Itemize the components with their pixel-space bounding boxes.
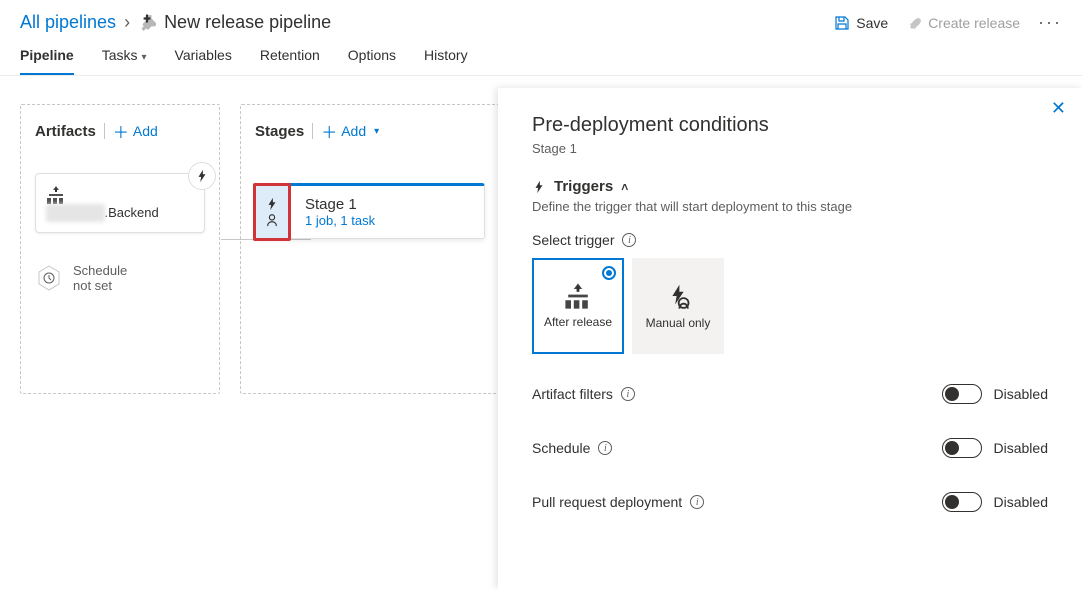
- stages-panel: Stages ＋ Add ▾ Stage 1 1 job, 1 task: [240, 104, 500, 394]
- pre-deploy-panel: ✕ Pre-deployment conditions Stage 1 Trig…: [498, 88, 1082, 589]
- tab-pipeline[interactable]: Pipeline: [20, 47, 74, 75]
- clock-icon: [35, 264, 63, 292]
- trigger-manual-only-label: Manual only: [646, 316, 711, 330]
- pr-deploy-row: Pull request deployment i Disabled: [532, 492, 1048, 512]
- chevron-down-icon: ▾: [374, 126, 379, 137]
- trigger-after-release-label: After release: [544, 315, 612, 329]
- bolt-icon: [265, 197, 279, 211]
- trigger-after-release[interactable]: After release: [532, 258, 624, 354]
- divider: [104, 123, 105, 139]
- artifact-filters-state: Disabled: [994, 386, 1048, 402]
- tab-bar: Pipeline Tasks▾ Variables Retention Opti…: [0, 37, 1082, 76]
- tab-tasks-label: Tasks: [102, 47, 138, 63]
- info-icon[interactable]: i: [621, 387, 635, 401]
- trigger-manual-only[interactable]: Manual only: [632, 258, 724, 354]
- schedule-label: Schedule not set: [73, 263, 133, 293]
- select-trigger-text: Select trigger: [532, 232, 614, 248]
- bolt-icon: [532, 180, 546, 194]
- artifact-suffix: .Backend: [105, 205, 159, 220]
- save-button[interactable]: Save: [834, 15, 888, 31]
- tab-options[interactable]: Options: [348, 47, 396, 75]
- panel-subtitle: Stage 1: [532, 141, 1048, 156]
- divider: [312, 123, 313, 139]
- stage-name: Stage 1: [305, 196, 375, 213]
- artifacts-panel: Artifacts ＋ Add xxxxxxxxx.Backend Schedu…: [20, 104, 220, 394]
- create-release-label: Create release: [928, 15, 1020, 31]
- rocket-icon: [906, 15, 922, 31]
- triggers-desc: Define the trigger that will start deplo…: [532, 199, 1048, 214]
- add-artifact-button[interactable]: ＋ Add: [113, 119, 158, 143]
- breadcrumb-root-link[interactable]: All pipelines: [20, 12, 116, 33]
- plus-icon: ＋: [321, 119, 337, 143]
- info-icon[interactable]: i: [690, 495, 704, 509]
- artifacts-title: Artifacts: [35, 123, 96, 140]
- breadcrumb: All pipelines › New release pipeline: [20, 12, 331, 33]
- tab-variables[interactable]: Variables: [175, 47, 232, 75]
- more-menu-button[interactable]: ···: [1038, 12, 1062, 33]
- connector-line: [221, 239, 241, 240]
- tab-history[interactable]: History: [424, 47, 468, 75]
- schedule-row[interactable]: Schedule not set: [35, 263, 205, 293]
- add-stage-label: Add: [341, 123, 366, 139]
- close-icon[interactable]: ✕: [1051, 98, 1066, 119]
- schedule-label: Schedule: [532, 440, 590, 456]
- chevron-up-icon: ˄: [621, 180, 628, 194]
- plus-icon: ＋: [113, 119, 129, 143]
- triggers-section-toggle[interactable]: Triggers ˄: [532, 178, 1048, 195]
- triggers-label: Triggers: [554, 178, 613, 195]
- manual-only-icon: [664, 282, 692, 310]
- schedule-state: Disabled: [994, 440, 1048, 456]
- radio-selected-icon: [602, 266, 616, 280]
- save-label: Save: [856, 15, 888, 31]
- tab-retention[interactable]: Retention: [260, 47, 320, 75]
- artifact-filters-label: Artifact filters: [532, 386, 613, 402]
- pipeline-icon: [138, 14, 156, 32]
- artifact-name: xxxxxxxxx.Backend: [46, 204, 194, 222]
- tab-tasks[interactable]: Tasks▾: [102, 47, 147, 75]
- schedule-toggle[interactable]: [942, 438, 982, 458]
- trigger-options: After release Manual only: [532, 258, 1048, 354]
- panel-title: Pre-deployment conditions: [532, 114, 1048, 137]
- header-actions: Save Create release ···: [834, 12, 1062, 33]
- pr-deploy-toggle[interactable]: [942, 492, 982, 512]
- select-trigger-label: Select trigger i: [532, 232, 1048, 248]
- stage-card[interactable]: Stage 1 1 job, 1 task: [255, 183, 485, 239]
- add-stage-button[interactable]: ＋ Add ▾: [321, 119, 379, 143]
- stage-jobs-link[interactable]: 1 job, 1 task: [305, 213, 375, 228]
- save-icon: [834, 15, 850, 31]
- build-icon: [46, 186, 194, 204]
- pre-deploy-conditions-button[interactable]: [253, 183, 291, 241]
- after-release-icon: [564, 283, 592, 309]
- chevron-down-icon: ▾: [141, 52, 146, 63]
- page-header: All pipelines › New release pipeline Sav…: [0, 0, 1082, 37]
- stages-header: Stages ＋ Add ▾: [255, 119, 485, 143]
- schedule-row: Schedule i Disabled: [532, 438, 1048, 458]
- chevron-right-icon: ›: [124, 12, 130, 33]
- pr-deploy-state: Disabled: [994, 494, 1048, 510]
- artifact-filters-row: Artifact filters i Disabled: [532, 384, 1048, 404]
- add-artifact-label: Add: [133, 123, 158, 139]
- stage-body: Stage 1 1 job, 1 task: [291, 186, 389, 238]
- info-icon[interactable]: i: [622, 233, 636, 247]
- create-release-button: Create release: [906, 15, 1020, 31]
- pr-deploy-label: Pull request deployment: [532, 494, 682, 510]
- artifact-filters-toggle[interactable]: [942, 384, 982, 404]
- artifact-card[interactable]: xxxxxxxxx.Backend: [35, 173, 205, 233]
- artifacts-header: Artifacts ＋ Add: [35, 119, 205, 143]
- info-icon[interactable]: i: [598, 441, 612, 455]
- stages-title: Stages: [255, 123, 304, 140]
- page-title[interactable]: New release pipeline: [164, 12, 331, 33]
- artifact-trigger-badge[interactable]: [188, 162, 216, 190]
- person-icon: [265, 213, 279, 227]
